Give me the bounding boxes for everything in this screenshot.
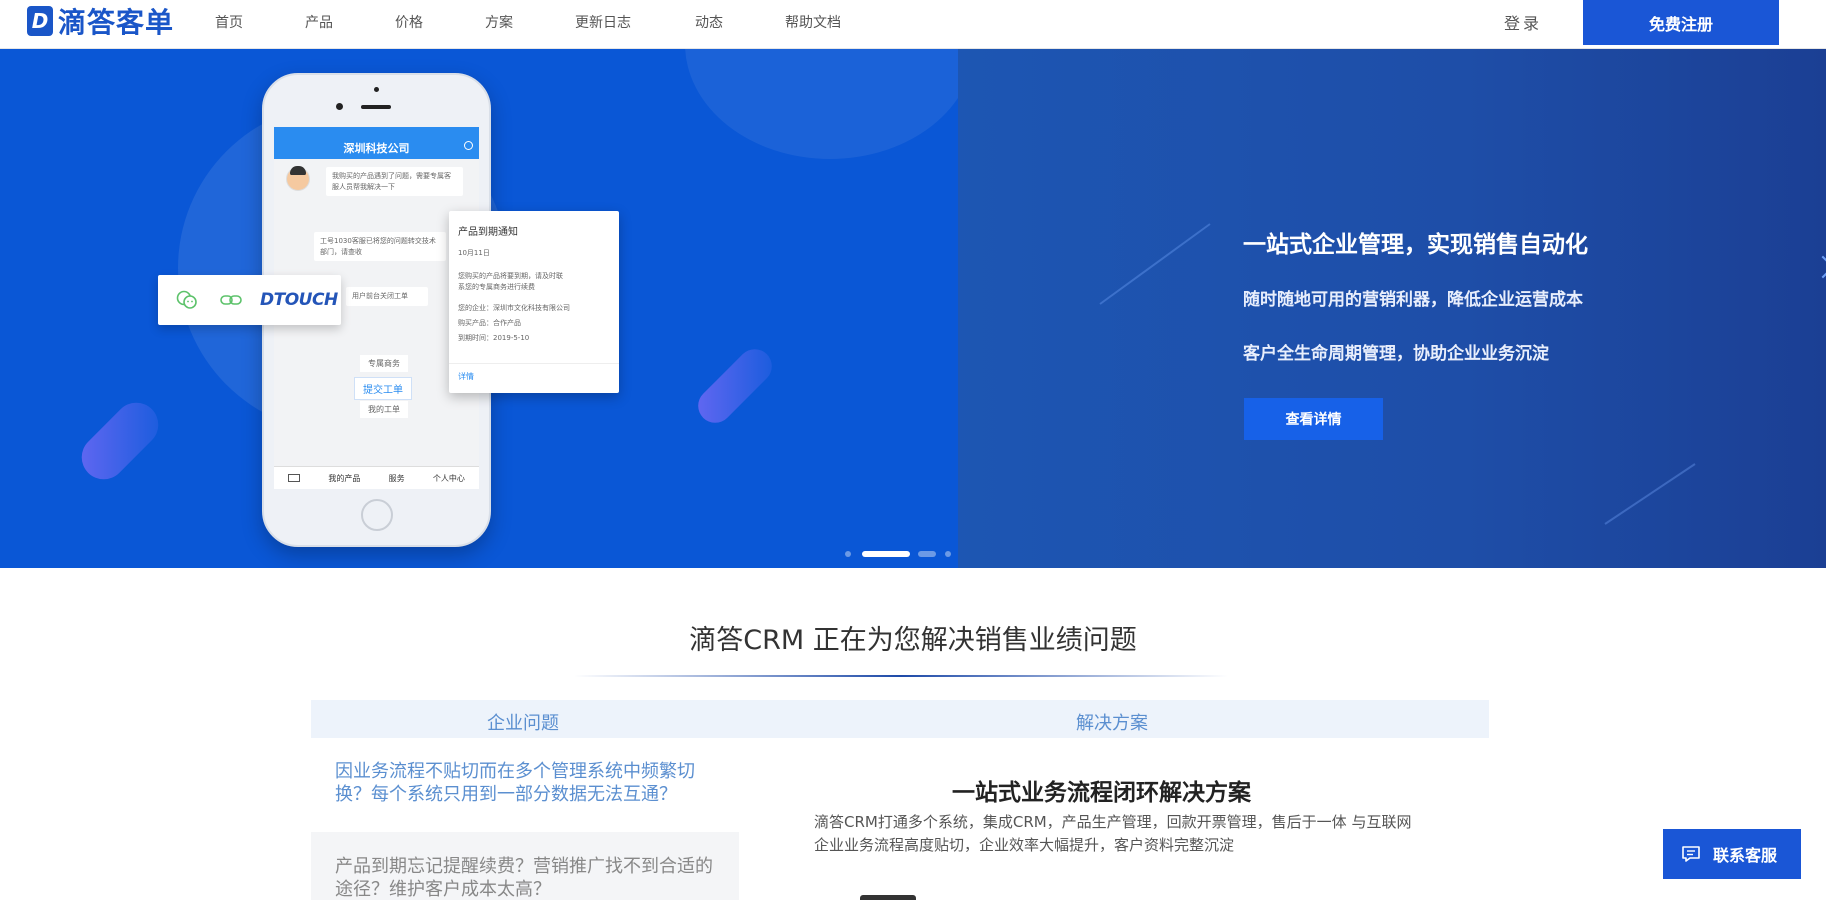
nav-item-changelog[interactable]: 更新日志 bbox=[575, 12, 631, 32]
status-bar bbox=[274, 127, 479, 137]
chat-bubble: 工号1030客服已将您的问题转交技术部门，请查收 bbox=[314, 232, 446, 261]
contact-service-button[interactable]: 联系客服 bbox=[1663, 829, 1801, 879]
divider bbox=[449, 363, 619, 364]
notice-expire: 到期时间：2019-5-10 bbox=[458, 334, 530, 342]
logo-letter: D bbox=[31, 9, 49, 33]
notice-text: 系您的专属商务进行续费 bbox=[458, 283, 535, 291]
notice-company: 您的企业：深圳市文化科技有限公司 bbox=[458, 304, 570, 312]
logo-mark-icon: D bbox=[27, 6, 53, 36]
screen-tab: 服务 bbox=[388, 473, 405, 483]
nav-item-solution[interactable]: 方案 bbox=[485, 12, 513, 32]
chat-icon bbox=[1682, 846, 1700, 862]
dtouch-logo: DTOUCH bbox=[260, 290, 338, 310]
screen-tab: 我的产品 bbox=[328, 473, 361, 483]
decor-line bbox=[1099, 223, 1211, 305]
decor-pill bbox=[691, 342, 779, 430]
notice-text: 您购买的产品将要到期，请及时联 bbox=[458, 272, 563, 280]
column-header-solution: 解决方案 bbox=[1076, 713, 1148, 734]
contact-service-label: 联系客服 bbox=[1713, 846, 1778, 865]
hero-subtitle: 客户全生命周期管理，协助企业业务沉淀 bbox=[1243, 344, 1549, 364]
menu-item: 专属商务 bbox=[360, 355, 408, 372]
problem-item-active[interactable]: 因业务流程不贴切而在多个管理系统中频繁切换？每个系统只用到一部分数据无法互通？ bbox=[311, 761, 739, 806]
search-icon bbox=[464, 141, 473, 150]
screen-tab: 个人中心 bbox=[432, 473, 465, 483]
solution-tab[interactable] bbox=[860, 895, 916, 900]
keyboard-icon bbox=[288, 474, 301, 482]
section-divider bbox=[574, 675, 1228, 677]
phone-sensor bbox=[374, 87, 379, 92]
notice-product: 购买产品：合作产品 bbox=[458, 319, 521, 327]
share-card: DTOUCH bbox=[158, 275, 341, 325]
carousel-dot[interactable] bbox=[845, 551, 851, 557]
decor-line bbox=[1604, 463, 1696, 525]
view-details-button[interactable]: 查看详情 bbox=[1244, 398, 1383, 440]
home-button bbox=[361, 499, 393, 531]
link-icon bbox=[220, 295, 242, 305]
problem-item[interactable]: 产品到期忘记提醒续费？营销推广找不到合适的途径？维护客户成本太高？ bbox=[311, 832, 739, 900]
nav-item-news[interactable]: 动态 bbox=[695, 12, 723, 32]
screen-tabbar: 我的产品 服务 个人中心 bbox=[274, 466, 479, 489]
hero-slogan: 一站式企业管理，实现销售自动化 bbox=[1243, 232, 1588, 258]
notice-date: 10月11日 bbox=[458, 249, 490, 257]
phone-camera bbox=[336, 103, 343, 110]
carousel-dot[interactable] bbox=[945, 551, 951, 557]
hero-illustration: 深圳科技公司 我购买的产品遇到了问题，需要专属客服人员帮我解决一下 工号1030… bbox=[0, 49, 958, 568]
solution-description: 滴答CRM打通多个系统，集成CRM，产品生产管理，回款开票管理，售后于一体 与互… bbox=[814, 813, 1412, 855]
section-title: 滴答CRM 正在为您解决销售业绩问题 bbox=[689, 625, 1137, 656]
notice-detail-link: 详情 bbox=[458, 372, 474, 381]
register-button[interactable]: 免费注册 bbox=[1583, 0, 1779, 45]
chat-bubble: 用户前台关闭工单 bbox=[346, 287, 428, 306]
comparison-header: 企业问题 解决方案 bbox=[311, 700, 1489, 738]
wechat-icon bbox=[176, 290, 197, 309]
screen-title-text: 深圳科技公司 bbox=[343, 142, 410, 155]
carousel-dot-active[interactable] bbox=[862, 551, 910, 557]
solution-title: 一站式业务流程闭环解决方案 bbox=[952, 780, 1251, 806]
nav-item-product[interactable]: 产品 bbox=[305, 12, 333, 32]
brand-name: 滴答客单 bbox=[58, 6, 175, 39]
top-header: D 滴答客单 首页 产品 价格 方案 更新日志 动态 帮助文档 登录 免费注册 bbox=[0, 0, 1826, 49]
nav-item-home[interactable]: 首页 bbox=[215, 12, 243, 32]
column-header-problem: 企业问题 bbox=[487, 713, 559, 734]
menu-item: 我的工单 bbox=[360, 401, 408, 418]
hero-subtitle: 随时随地可用的营销利器，降低企业运营成本 bbox=[1243, 290, 1583, 310]
hero-banner: 深圳科技公司 我购买的产品遇到了问题，需要专属客服人员帮我解决一下 工号1030… bbox=[0, 49, 1826, 568]
screen-title: 深圳科技公司 bbox=[274, 137, 479, 159]
login-link[interactable]: 登录 bbox=[1504, 10, 1542, 34]
notice-title: 产品到期通知 bbox=[458, 227, 518, 238]
nav-item-help[interactable]: 帮助文档 bbox=[785, 12, 841, 32]
decor-pill bbox=[72, 393, 168, 489]
phone-speaker bbox=[361, 105, 391, 109]
nav-item-price[interactable]: 价格 bbox=[395, 12, 423, 32]
avatar bbox=[286, 166, 310, 191]
next-slide-arrow-icon[interactable] bbox=[1811, 255, 1826, 279]
decor-circle bbox=[685, 49, 958, 159]
carousel-dot[interactable] bbox=[918, 551, 936, 557]
chat-bubble: 我购买的产品遇到了问题，需要专属客服人员帮我解决一下 bbox=[326, 167, 463, 196]
expiry-notice-card: 产品到期通知 10月11日 您购买的产品将要到期，请及时联 系您的专属商务进行续… bbox=[449, 211, 619, 393]
brand-logo[interactable]: D 滴答客单 bbox=[27, 4, 175, 39]
menu-item: 提交工单 bbox=[354, 377, 412, 400]
